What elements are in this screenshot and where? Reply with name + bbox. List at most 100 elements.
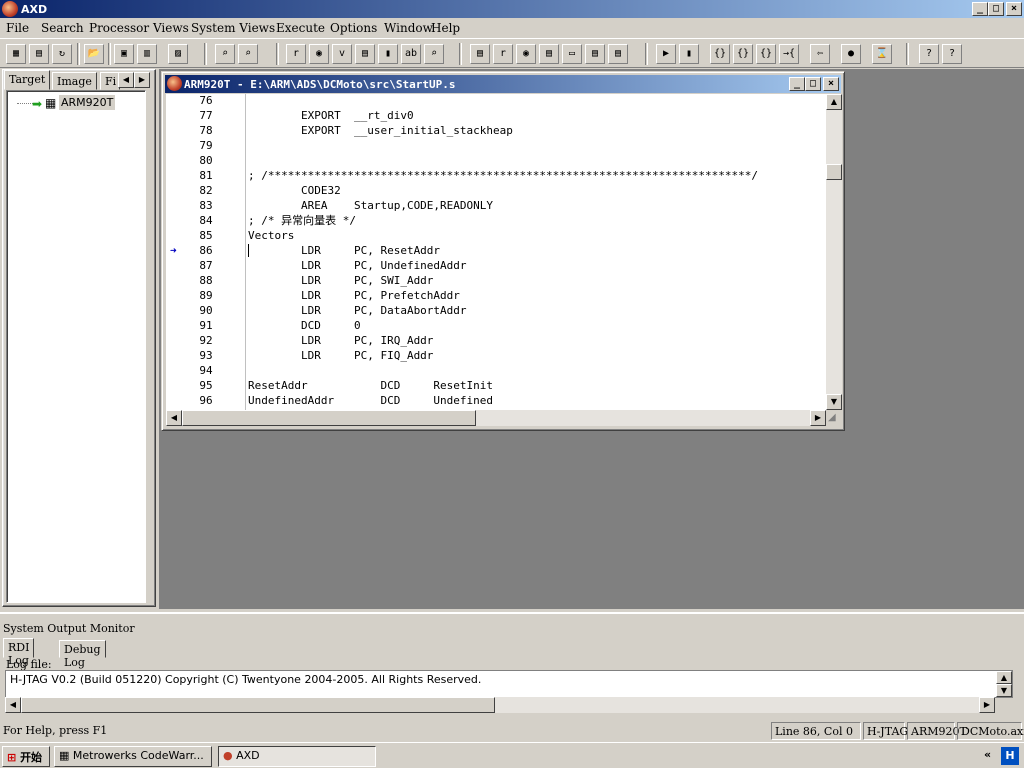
log-scroll-thumb[interactable] [21, 697, 495, 713]
code-line[interactable]: LDR PC, UndefinedAddr [248, 258, 467, 273]
toggle-breakpoint-icon[interactable]: ● [841, 44, 861, 64]
scroll-up-icon[interactable]: ▲ [826, 94, 842, 110]
source-minimize-button[interactable]: _ [789, 77, 805, 91]
registers-view-icon[interactable]: r [286, 44, 306, 64]
source-window-title-bar[interactable]: ARM920T - E:\ARM\ADS\DCMoto\src\StartUP.… [165, 75, 841, 93]
menu-help[interactable]: Help [431, 21, 460, 35]
log-scroll-right-icon[interactable]: ▶ [979, 697, 995, 713]
stop-icon[interactable]: ▮ [679, 44, 699, 64]
load-image-icon[interactable]: ▦ [6, 44, 26, 64]
tray-expand-icon[interactable]: « [984, 748, 991, 761]
watch-view-icon[interactable]: ◉ [309, 44, 329, 64]
tab-files[interactable]: Fi [100, 72, 120, 90]
variables-view-icon[interactable]: v [332, 44, 352, 64]
source-vertical-scrollbar[interactable]: ▲ ▼ [826, 94, 842, 410]
vertical-scroll-thumb[interactable] [826, 164, 842, 180]
save-all-icon[interactable]: ▥ [137, 44, 157, 64]
tree-item-arm920t[interactable]: ARM920T [59, 95, 116, 110]
code-line[interactable]: EXPORT __rt_div0 [248, 108, 414, 123]
menu-options[interactable]: Options [330, 21, 377, 35]
tab-target[interactable]: Target [4, 70, 51, 90]
disassembly-view-icon[interactable]: ▮ [378, 44, 398, 64]
tab-image[interactable]: Image [52, 72, 97, 90]
task-axd-label: AXD [236, 749, 260, 762]
resize-grip-icon[interactable]: ◢ [828, 412, 836, 423]
go-icon[interactable]: ▶ [656, 44, 676, 64]
log-text-area[interactable]: H-JTAG V0.2 (Build 051220) Copyright (C)… [5, 670, 1013, 698]
horizontal-scroll-thumb[interactable] [182, 410, 476, 426]
scroll-left-icon[interactable]: ◀ [166, 410, 182, 426]
app-title-bar[interactable]: AXD _ □ × [0, 0, 1024, 18]
run-to-cursor-icon[interactable]: →{ [779, 44, 799, 64]
system-variables-icon[interactable]: ◉ [516, 44, 536, 64]
minimize-button[interactable]: _ [972, 2, 988, 16]
code-line[interactable]: Vectors [248, 228, 294, 243]
target-icon[interactable]: ▨ [168, 44, 188, 64]
code-line[interactable]: ResetAddr DCD ResetInit [248, 378, 493, 393]
reload-image-icon[interactable]: ▤ [29, 44, 49, 64]
watchpoints-icon[interactable]: ⌛ [872, 44, 892, 64]
step-out-icon[interactable]: {} [756, 44, 776, 64]
code-line[interactable]: LDR PC, IRQ_Addr [248, 333, 433, 348]
code-line[interactable]: ; /* 异常向量表 */ [248, 213, 356, 228]
step-icon[interactable]: {} [733, 44, 753, 64]
scroll-right-icon[interactable]: ▶ [810, 410, 826, 426]
show-execution-context-icon[interactable]: ⇦ [810, 44, 830, 64]
line-number: 90 [199, 304, 213, 317]
tab-scroll-left-icon[interactable]: ◀ [118, 72, 134, 88]
context-help-icon[interactable]: ? [942, 44, 962, 64]
code-line[interactable]: EXPORT __user_initial_stackheap [248, 123, 513, 138]
log-line: H-JTAG V0.2 (Build 051220) Copyright (C)… [10, 673, 482, 686]
tab-debug-log[interactable]: Debug Log [59, 640, 106, 669]
log-scroll-left-icon[interactable]: ◀ [5, 697, 21, 713]
log-horizontal-scrollbar[interactable]: ◀ ▶ [5, 697, 995, 713]
menu-execute[interactable]: Execute [276, 21, 325, 35]
log-scroll-down-icon[interactable]: ▼ [996, 684, 1012, 697]
help-icon[interactable]: ? [919, 44, 939, 64]
system-watch-icon[interactable]: r [493, 44, 513, 64]
source-files-icon[interactable]: ⌕ [424, 44, 444, 64]
system-registers-icon[interactable]: ▤ [470, 44, 490, 64]
scroll-down-icon[interactable]: ▼ [826, 394, 842, 410]
reload-icon[interactable]: ↻ [52, 44, 72, 64]
source-close-button[interactable]: × [823, 77, 839, 91]
code-line[interactable]: ; /*************************************… [248, 168, 758, 183]
source-code-view[interactable]: 76 77 EXPORT __rt_div0 78 EXPORT __user_in… [166, 94, 826, 410]
task-codewarrior[interactable]: ▦ Metrowerks CodeWarr... [54, 746, 212, 767]
start-button[interactable]: ⊞ 开始 [2, 746, 50, 767]
hjtag-tray-icon[interactable]: H [1001, 747, 1019, 765]
close-button[interactable]: × [1006, 2, 1022, 16]
menu-search[interactable]: Search [41, 21, 84, 35]
find-next-icon[interactable]: ⌕ [238, 44, 258, 64]
find-icon[interactable]: ⌕ [215, 44, 235, 64]
code-line[interactable]: LDR PC, ResetAddr [248, 243, 440, 258]
code-line[interactable]: LDR PC, FIQ_Addr [248, 348, 433, 363]
code-line[interactable]: CODE32 [248, 183, 341, 198]
menu-file[interactable]: File [6, 21, 29, 35]
menu-processor-views[interactable]: Processor Views [89, 21, 189, 35]
menu-window[interactable]: Window [384, 21, 433, 35]
code-line[interactable]: LDR PC, DataAbortAddr [248, 303, 467, 318]
low-level-symbols-icon[interactable]: ab [401, 44, 421, 64]
code-line[interactable]: LDR PC, SWI_Addr [248, 273, 433, 288]
source-horizontal-scrollbar[interactable]: ◀ ▶ [166, 410, 826, 426]
system-memory-icon[interactable]: ▤ [539, 44, 559, 64]
menu-system-views[interactable]: System Views [191, 21, 275, 35]
debugger-internals-icon[interactable]: ▤ [585, 44, 605, 64]
save-icon[interactable]: ▣ [114, 44, 134, 64]
memory-view-icon[interactable]: ▤ [355, 44, 375, 64]
tab-scroll-right-icon[interactable]: ▶ [134, 72, 150, 88]
command-line-icon[interactable]: ▭ [562, 44, 582, 64]
log-scroll-up-icon[interactable]: ▲ [996, 671, 1012, 684]
source-maximize-button[interactable]: □ [805, 77, 821, 91]
code-line[interactable]: AREA Startup,CODE,READONLY [248, 198, 493, 213]
restore-button[interactable]: □ [988, 2, 1004, 16]
task-axd[interactable]: ● AXD [218, 746, 376, 767]
console-icon[interactable]: ▤ [608, 44, 628, 64]
code-line[interactable]: DCD 0 [248, 318, 361, 333]
tab-rdi-log[interactable]: RDI Log [3, 638, 35, 667]
step-in-icon[interactable]: {} [710, 44, 730, 64]
open-file-icon[interactable]: 📂 [84, 44, 104, 64]
code-line[interactable]: LDR PC, PrefetchAddr [248, 288, 460, 303]
code-line[interactable]: UndefinedAddr DCD Undefined [248, 393, 493, 408]
